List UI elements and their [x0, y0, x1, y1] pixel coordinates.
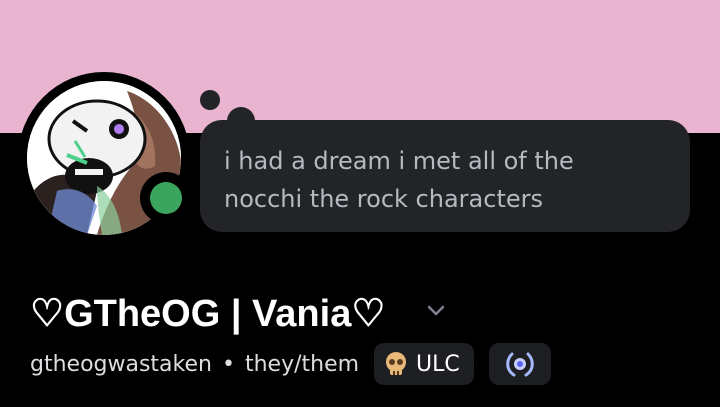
server-tag-label: ULC: [416, 351, 460, 377]
thought-bubble-dot-small: [200, 90, 220, 110]
wreath-badge-icon: [506, 352, 534, 377]
server-tag-badge[interactable]: ULC: [374, 343, 474, 385]
custom-status-line-1: i had a dream i met all of the: [224, 147, 574, 175]
profile-badge[interactable]: [488, 343, 551, 385]
online-status-icon: [150, 182, 182, 214]
chevron-down-icon[interactable]: [425, 300, 447, 322]
custom-status-line-2: nocchi the rock characters: [224, 185, 543, 213]
separator-dot: •: [221, 351, 235, 377]
profile-meta-row: gtheogwastaken • they/them ULC: [30, 343, 551, 385]
pronouns: they/them: [244, 351, 360, 377]
custom-status-bubble[interactable]: i had a dream i met all of the nocchi th…: [200, 120, 690, 232]
skull-icon: [386, 352, 407, 375]
username[interactable]: gtheogwastaken: [30, 352, 212, 377]
display-name[interactable]: ♡GTheOG | Vania♡: [30, 290, 385, 338]
